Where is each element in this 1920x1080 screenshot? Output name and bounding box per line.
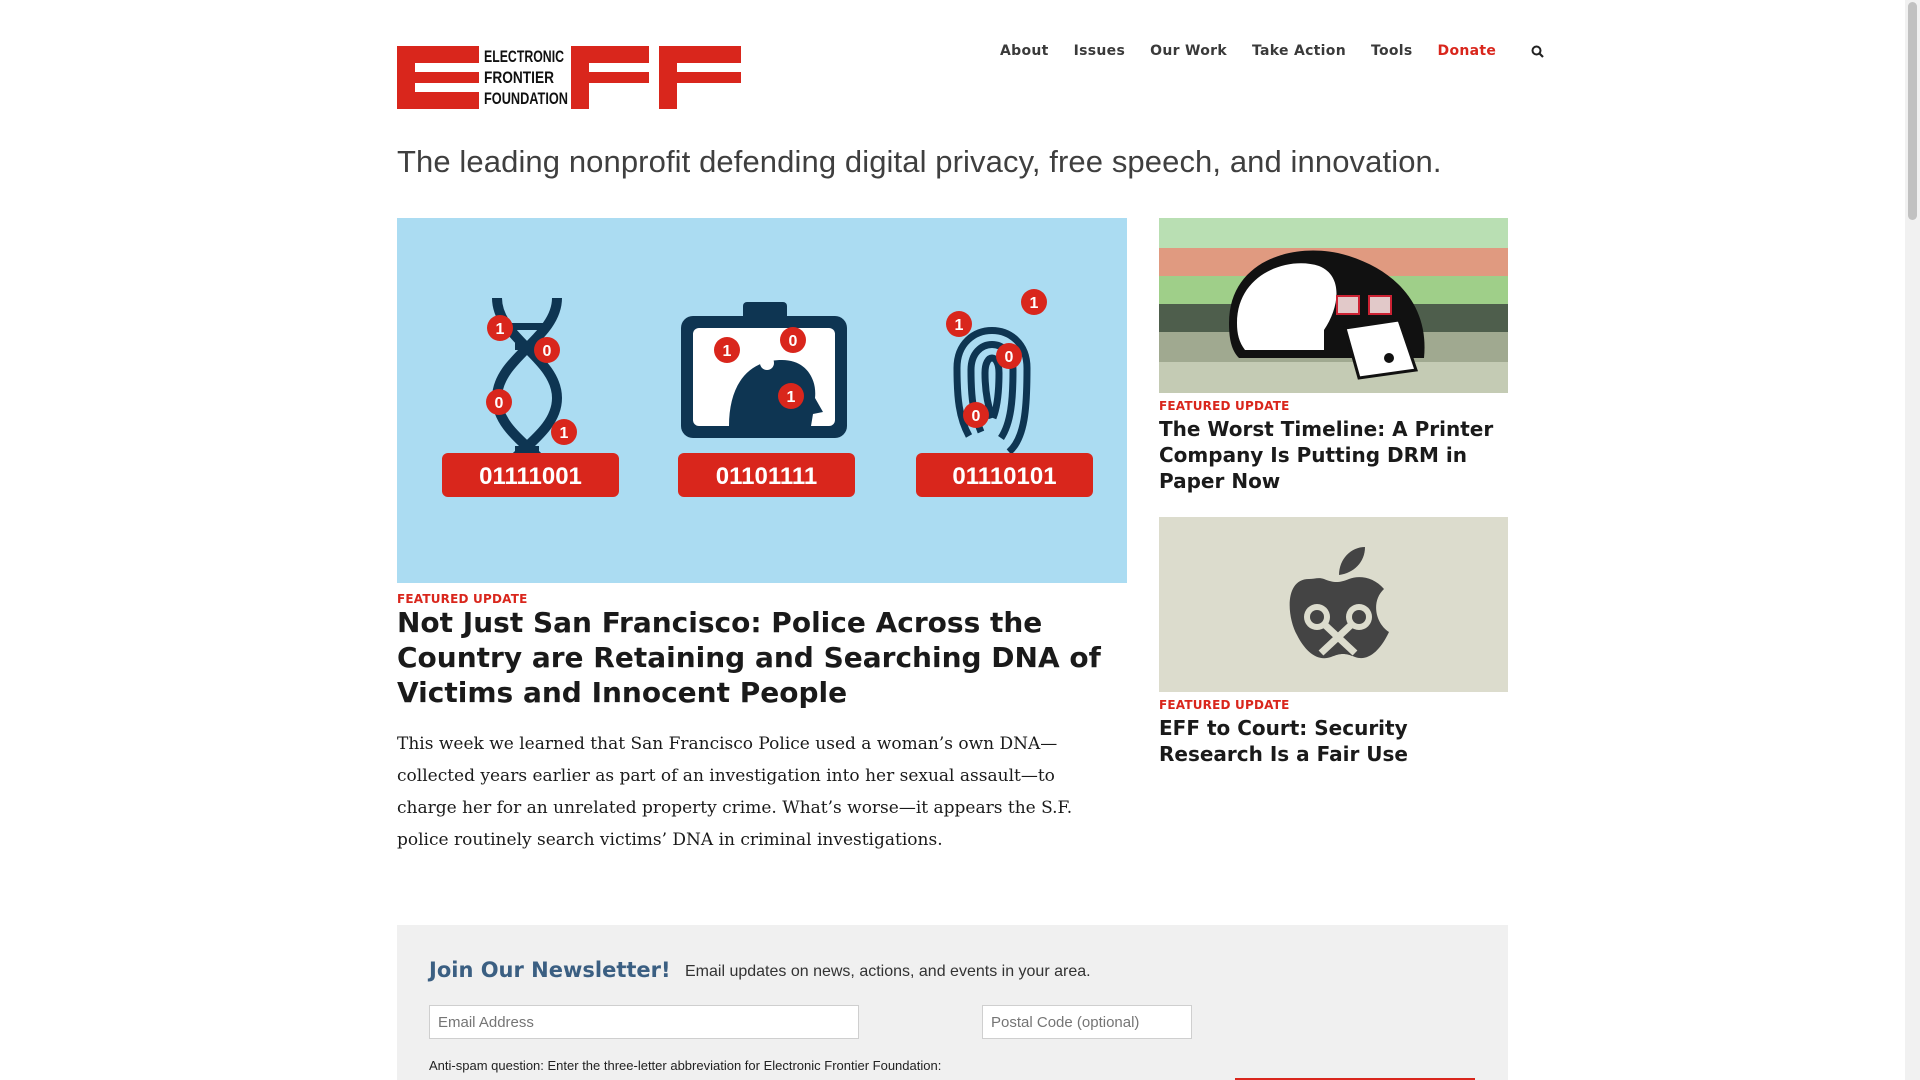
- side-story-image-printer[interactable]: [1159, 218, 1508, 393]
- postal-code-field[interactable]: [982, 1005, 1192, 1039]
- newsletter-subtitle: Email updates on news, actions, and even…: [685, 963, 1091, 980]
- main-nav: About Issues Our Work Take Action Tools …: [1000, 42, 1546, 60]
- binary-label-2: 01101111: [716, 463, 817, 490]
- svg-text:0: 0: [972, 408, 981, 425]
- page: ELECTRONIC FRONTIER FOUNDATION About Iss…: [0, 0, 1905, 1080]
- side-story-title[interactable]: EFF to Court: Security Research Is a Fai…: [1159, 715, 1508, 767]
- side-story-security-research: FEATURED UPDATE EFF to Court: Security R…: [1159, 517, 1508, 767]
- svg-text:1: 1: [560, 425, 569, 442]
- newsletter-signup: Join Our Newsletter! Email updates on ne…: [397, 925, 1508, 1080]
- side-story-title[interactable]: The Worst Timeline: A Printer Company Is…: [1159, 416, 1508, 494]
- logo-text-1: ELECTRONIC: [484, 47, 564, 66]
- face-scan-icon: 1 0 1: [681, 302, 847, 438]
- svg-text:1: 1: [1030, 295, 1039, 312]
- main-story-kicker: FEATURED UPDATE: [397, 592, 528, 606]
- nav-take-action[interactable]: Take Action: [1252, 43, 1346, 59]
- scrollbar-thumb[interactable]: [1908, 2, 1917, 220]
- nav-donate[interactable]: Donate: [1438, 43, 1497, 59]
- page-scrollbar[interactable]: [1905, 0, 1920, 1080]
- main-story-image[interactable]: 1 0 0 1 1 0 1 1 1 0 0 01111001 01101111 …: [397, 218, 1127, 583]
- side-story-kicker: FEATURED UPDATE: [1159, 399, 1290, 413]
- logo-text-3: FOUNDATION: [484, 89, 568, 108]
- email-field[interactable]: [429, 1005, 859, 1039]
- nav-our-work[interactable]: Our Work: [1150, 43, 1227, 59]
- svg-text:0: 0: [495, 395, 504, 412]
- svg-text:1: 1: [955, 317, 964, 334]
- svg-text:0: 0: [543, 343, 552, 360]
- logo-text-2: FRONTIER: [484, 68, 554, 87]
- side-story-kicker: FEATURED UPDATE: [1159, 698, 1290, 712]
- search-icon[interactable]: [1528, 42, 1546, 60]
- main-story-title[interactable]: Not Just San Francisco: Police Across th…: [397, 605, 1137, 710]
- antispam-question: Anti-spam question: Enter the three-lett…: [429, 1058, 942, 1073]
- side-story-printer-drm: FEATURED UPDATE The Worst Timeline: A Pr…: [1159, 218, 1508, 494]
- nav-about[interactable]: About: [1000, 43, 1049, 59]
- svg-text:1: 1: [723, 343, 732, 360]
- main-story-excerpt: This week we learned that San Francisco …: [397, 734, 1073, 850]
- site-tagline: The leading nonprofit defending digital …: [397, 144, 1442, 179]
- binary-label-3: 01110101: [952, 463, 1056, 490]
- svg-text:1: 1: [496, 321, 505, 338]
- side-story-image-apple-keys[interactable]: [1159, 517, 1508, 692]
- nav-issues[interactable]: Issues: [1074, 43, 1125, 59]
- binary-label-1: 01111001: [479, 463, 582, 490]
- nav-tools[interactable]: Tools: [1371, 43, 1413, 59]
- newsletter-title: Join Our Newsletter!: [429, 958, 671, 982]
- eff-logo[interactable]: ELECTRONIC FRONTIER FOUNDATION: [397, 46, 741, 109]
- svg-text:0: 0: [789, 333, 798, 350]
- svg-text:1: 1: [787, 389, 796, 406]
- svg-text:0: 0: [1005, 349, 1014, 366]
